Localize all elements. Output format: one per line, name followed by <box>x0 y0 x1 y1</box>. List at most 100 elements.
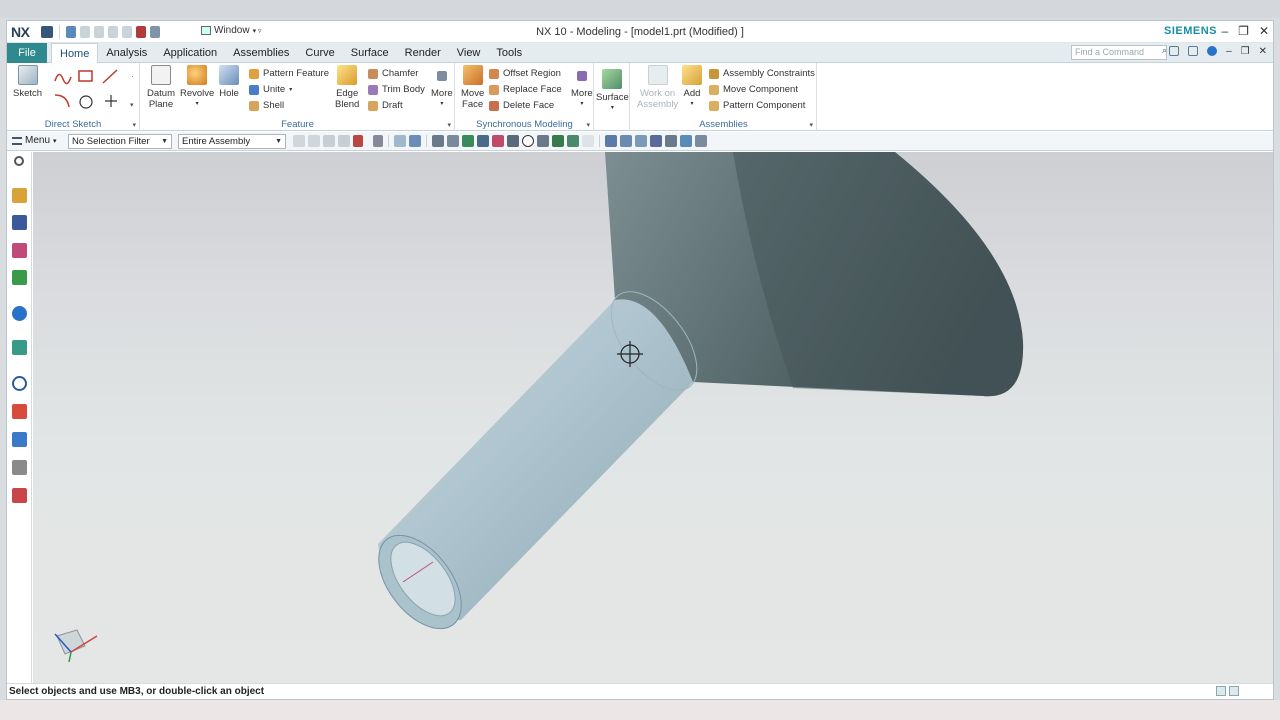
group-dropdown-icon[interactable]: ▾ <box>809 121 813 129</box>
edge-blend-button[interactable]: Edge Blend <box>335 65 359 110</box>
view-options-icon[interactable] <box>695 135 707 147</box>
unite-button[interactable]: Unite ▾ <box>249 84 292 95</box>
solid-body-filter-icon[interactable] <box>394 135 406 147</box>
select-all-icon[interactable] <box>323 135 335 147</box>
pattern-feature-button[interactable]: Pattern Feature <box>249 68 329 79</box>
assembly-navigator-icon[interactable] <box>12 188 27 203</box>
roles-icon[interactable] <box>12 460 27 475</box>
mid-point-icon[interactable] <box>462 135 474 147</box>
find-command-input[interactable]: Find a Command <box>1071 45 1167 60</box>
close-icon[interactable]: ✕ <box>1259 24 1269 38</box>
tab-tools[interactable]: Tools <box>488 43 530 63</box>
tab-application[interactable]: Application <box>155 43 225 63</box>
file-tab[interactable]: File <box>7 43 47 63</box>
replace-face-button[interactable]: Replace Face <box>489 84 562 95</box>
edge-blend-label-2: Blend <box>335 99 360 110</box>
doc-close-icon[interactable]: ✕ <box>1259 46 1267 57</box>
control-point-icon[interactable] <box>477 135 489 147</box>
revolve-button[interactable]: Revolve ▾ <box>180 65 214 110</box>
toolbar-separator <box>388 135 389 147</box>
group-dropdown-icon[interactable]: ▾ <box>447 121 451 129</box>
move-face-button[interactable]: Move Face <box>461 65 484 110</box>
selection-scope-value: Entire Assembly <box>182 136 251 147</box>
hd3d-tools-icon[interactable] <box>12 306 27 321</box>
doc-restore-icon[interactable]: ❐ <box>1241 46 1250 57</box>
sync-more-button[interactable]: More ▾ <box>571 65 593 110</box>
assembly-constraints-button[interactable]: Assembly Constraints <box>709 68 815 79</box>
end-point-icon[interactable] <box>447 135 459 147</box>
rectangle-select-icon[interactable] <box>353 135 363 147</box>
doc-minimize-icon[interactable]: – <box>1226 46 1232 57</box>
process-studio-icon[interactable] <box>12 432 27 447</box>
chamfer-button[interactable]: Chamfer <box>368 68 418 79</box>
box-select-icon[interactable] <box>373 135 383 147</box>
hole-button[interactable]: Hole <box>219 65 239 99</box>
group-feature: Datum Plane Revolve ▾ Hole Pattern Featu… <box>141 63 455 131</box>
system-scene-icon[interactable] <box>12 488 27 503</box>
group-dropdown-icon[interactable]: ▾ <box>586 121 590 129</box>
edit-section-icon[interactable] <box>680 135 692 147</box>
menu-button[interactable]: Menu ▾ <box>12 135 57 146</box>
orient-view-icon[interactable] <box>650 135 662 147</box>
sketch-button[interactable]: Sketch <box>13 65 42 99</box>
snap-point-icon[interactable] <box>432 135 444 147</box>
face-filter-icon[interactable] <box>409 135 421 147</box>
surface-dropdown-icon: ▾ <box>610 105 614 111</box>
selection-scope-select[interactable]: Entire Assembly ▼ <box>178 134 286 149</box>
tab-assemblies[interactable]: Assemblies <box>225 43 297 63</box>
status-indicator-icon[interactable] <box>1216 686 1226 696</box>
render-style-icon[interactable] <box>665 135 677 147</box>
shell-button[interactable]: Shell <box>249 100 284 111</box>
intersection-point-icon[interactable] <box>492 135 504 147</box>
selection-filter-select[interactable]: No Selection Filter ▼ <box>68 134 172 149</box>
feature-more-button[interactable]: More ▾ <box>431 65 453 110</box>
history-icon[interactable] <box>12 376 27 391</box>
arc-center-icon[interactable] <box>507 135 519 147</box>
delete-face-button[interactable]: Delete Face <box>489 100 554 111</box>
move-component-button[interactable]: Move Component <box>709 84 798 95</box>
rotate-icon[interactable] <box>635 135 647 147</box>
restore-icon[interactable]: ❐ <box>1238 24 1249 38</box>
zoom-icon[interactable] <box>620 135 632 147</box>
add-component-button[interactable]: Add ▾ <box>682 65 702 110</box>
model-viewport[interactable] <box>33 152 1273 683</box>
tab-render[interactable]: Render <box>397 43 449 63</box>
quadrant-point-icon[interactable] <box>537 135 549 147</box>
reuse-library-icon[interactable] <box>12 270 27 285</box>
point-on-face-icon[interactable] <box>582 135 594 147</box>
tab-analysis[interactable]: Analysis <box>98 43 155 63</box>
gear-icon[interactable] <box>14 156 24 166</box>
offset-region-button[interactable]: Offset Region <box>489 68 561 79</box>
constraint-navigator-icon[interactable] <box>12 215 27 230</box>
draft-label: Draft <box>382 100 403 111</box>
circle-snap-icon[interactable] <box>522 135 534 147</box>
help-icon[interactable] <box>1207 46 1218 56</box>
web-browser-icon[interactable] <box>12 340 27 355</box>
point-on-curve-icon[interactable] <box>567 135 579 147</box>
tab-curve[interactable]: Curve <box>297 43 342 63</box>
tab-surface[interactable]: Surface <box>343 43 397 63</box>
tab-home[interactable]: Home <box>51 43 99 64</box>
fit-view-icon[interactable] <box>605 135 617 147</box>
search-icon[interactable]: ⌕ <box>1162 45 1167 56</box>
part-navigator-icon[interactable] <box>12 243 27 258</box>
dropdown-icon[interactable] <box>366 135 370 147</box>
deselect-icon[interactable] <box>338 135 350 147</box>
add-component-icon <box>682 65 702 85</box>
draft-button[interactable]: Draft <box>368 100 403 111</box>
general-selection-icon[interactable] <box>293 135 305 147</box>
system-materials-icon[interactable] <box>12 404 27 419</box>
status-indicator-icon[interactable] <box>1229 686 1239 696</box>
ribbon-options-icon[interactable] <box>1169 46 1180 56</box>
datum-plane-button[interactable]: Datum Plane <box>147 65 175 110</box>
group-dropdown-icon[interactable]: ▾ <box>132 121 136 129</box>
select-features-icon[interactable] <box>308 135 320 147</box>
trim-body-button[interactable]: Trim Body <box>368 84 425 95</box>
graphics-window[interactable] <box>33 152 1273 683</box>
layout-icon[interactable] <box>1188 46 1199 56</box>
surface-button[interactable]: Surface ▾ <box>596 69 629 114</box>
minimize-icon[interactable]: – <box>1221 24 1228 38</box>
pattern-component-button[interactable]: Pattern Component <box>709 100 805 111</box>
existing-point-icon[interactable] <box>552 135 564 147</box>
tab-view[interactable]: View <box>449 43 489 63</box>
